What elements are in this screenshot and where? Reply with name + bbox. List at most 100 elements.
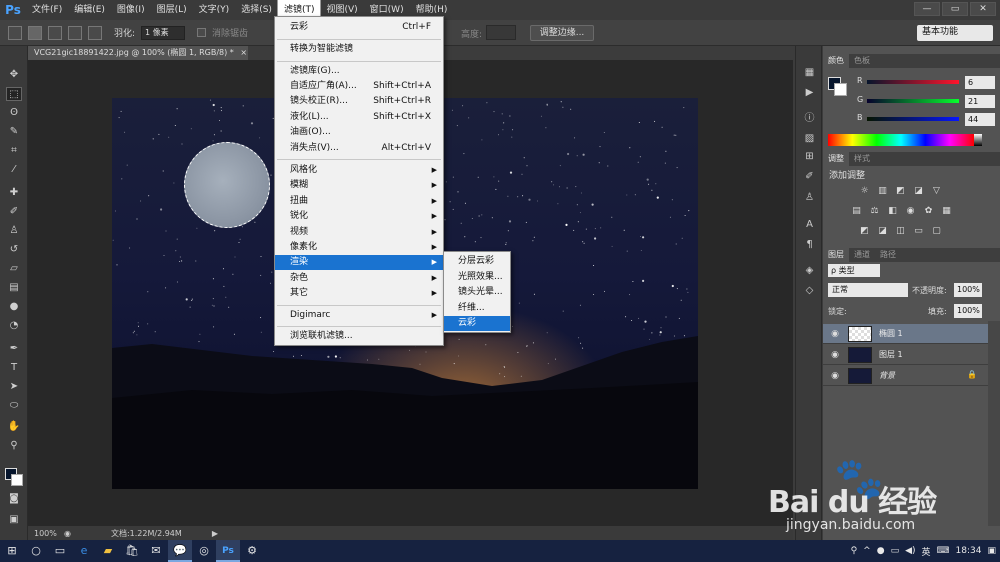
eraser-tool-icon[interactable]: ▱ <box>6 262 22 276</box>
submenu-clouds[interactable]: 云彩 <box>444 316 510 331</box>
screen-mode-icon[interactable]: ▣ <box>6 513 22 527</box>
menu-item-vanishing-point[interactable]: 消失点(V)... Alt+Ctrl+V <box>275 141 443 156</box>
curves-icon[interactable]: ◩ <box>895 186 906 197</box>
tab-styles[interactable]: 样式 <box>849 152 875 166</box>
menu-item-adaptive-wide-angle[interactable]: 自适应广角(A)... Shift+Ctrl+A <box>275 79 443 94</box>
menu-item-clouds-last[interactable]: 云彩 Ctrl+F <box>275 20 443 35</box>
menu-item-oil-paint[interactable]: 油画(O)... <box>275 125 443 140</box>
store-icon[interactable]: 🛍 <box>120 540 144 562</box>
menu-item-liquify[interactable]: 液化(L)... Shift+Ctrl+X <box>275 110 443 125</box>
menu-item-video[interactable]: 视频 ▶ <box>275 225 443 240</box>
layer-row-layer1[interactable]: ◉ 图层 1 <box>823 345 988 365</box>
submenu-difference-clouds[interactable]: 分层云彩 <box>444 254 510 269</box>
green-value-input[interactable]: 21 <box>965 95 995 108</box>
lasso-tool-icon[interactable]: ʘ <box>6 106 22 120</box>
app-icon[interactable]: ⚙ <box>240 540 264 562</box>
network-icon[interactable]: ▭ <box>891 546 900 556</box>
tab-layers[interactable]: 图层 <box>823 248 849 262</box>
invert-icon[interactable]: ◩ <box>859 226 870 237</box>
menu-layer[interactable]: 图层(L) <box>151 0 193 20</box>
actions-panel-icon[interactable]: ▶ <box>803 86 816 99</box>
pen-tool-icon[interactable]: ✒ <box>6 342 22 356</box>
zoom-field[interactable]: 100% <box>28 529 60 538</box>
fill-input[interactable]: 100% <box>954 304 982 318</box>
menu-item-browse-online-filters[interactable]: 浏览联机滤镜... <box>275 329 443 344</box>
status-arrow-icon[interactable]: ▶ <box>212 529 218 538</box>
elliptical-marquee-tool-icon[interactable]: ⬚ <box>6 87 22 101</box>
color-spectrum-bw[interactable] <box>974 134 982 146</box>
eyedropper-tool-icon[interactable]: ⁄ <box>6 163 22 177</box>
crop-tool-icon[interactable]: ⌗ <box>6 144 22 158</box>
character-panel-icon[interactable]: A <box>803 218 816 231</box>
refine-edge-button[interactable]: 调整边缘... <box>530 25 594 41</box>
quick-mask-icon[interactable]: ◙ <box>6 492 22 506</box>
brush-panel-icon[interactable]: ✐ <box>803 170 816 183</box>
menu-select[interactable]: 选择(S) <box>235 0 278 20</box>
notification-icon[interactable]: ▣ <box>987 546 996 556</box>
tab-paths[interactable]: 路径 <box>875 248 901 262</box>
height-input[interactable] <box>486 25 516 40</box>
ellipse-selection[interactable] <box>184 142 270 228</box>
brightness-icon[interactable]: ☼ <box>859 186 870 197</box>
selective-color-icon[interactable]: ▢ <box>931 226 942 237</box>
menu-item-other[interactable]: 其它 ▶ <box>275 286 443 301</box>
close-button[interactable]: ✕ <box>970 2 996 16</box>
channel-mixer-icon[interactable]: ✿ <box>923 206 934 217</box>
history-brush-tool-icon[interactable]: ↺ <box>6 243 22 257</box>
file-explorer-icon[interactable]: ▰ <box>96 540 120 562</box>
intersect-selection-icon[interactable] <box>88 25 102 40</box>
styles-panel-icon[interactable]: ◈ <box>803 264 816 277</box>
task-view-icon[interactable]: ▭ <box>48 540 72 562</box>
search-icon[interactable]: ○ <box>24 540 48 562</box>
visibility-eye-icon[interactable]: ◉ <box>829 370 841 382</box>
hand-tool-icon[interactable]: ✋ <box>6 420 22 434</box>
workspace-select[interactable]: 基本功能 <box>917 25 993 41</box>
visibility-eye-icon[interactable]: ◉ <box>829 328 841 340</box>
menu-item-stylize[interactable]: 风格化 ▶ <box>275 163 443 178</box>
menu-item-filter-gallery[interactable]: 滤镜库(G)... <box>275 64 443 79</box>
clock[interactable]: 18:34 <box>956 546 982 556</box>
gradient-tool-icon[interactable]: ▤ <box>6 281 22 295</box>
zoom-tool-icon[interactable]: ⚲ <box>6 439 22 453</box>
black-white-icon[interactable]: ◧ <box>887 206 898 217</box>
layer-row-background[interactable]: ◉ 背景 🔒 <box>823 366 988 386</box>
edge-browser-icon[interactable]: e <box>72 540 96 562</box>
menu-edit[interactable]: 编辑(E) <box>68 0 111 20</box>
menu-type[interactable]: 文字(Y) <box>193 0 236 20</box>
green-slider[interactable] <box>867 99 959 103</box>
posterize-icon[interactable]: ◪ <box>877 226 888 237</box>
volume-icon[interactable]: ◀) <box>905 546 915 556</box>
clone-stamp-tool-icon[interactable]: ♙ <box>6 224 22 238</box>
tab-channels[interactable]: 通道 <box>849 248 875 262</box>
menu-item-blur[interactable]: 模糊 ▶ <box>275 178 443 193</box>
menu-file[interactable]: 文件(F) <box>26 0 68 20</box>
hue-saturation-icon[interactable]: ▤ <box>851 206 862 217</box>
panel-background-swatch[interactable] <box>834 83 847 96</box>
submenu-lighting-effects[interactable]: 光照效果... <box>444 270 510 285</box>
dodge-tool-icon[interactable]: ◔ <box>6 319 22 333</box>
blue-value-input[interactable]: 44 <box>965 113 995 126</box>
paragraph-panel-icon[interactable]: ¶ <box>803 238 816 251</box>
swatches-panel-icon[interactable]: ◇ <box>803 284 816 297</box>
wechat-icon[interactable]: 💬 <box>168 540 192 562</box>
marquee-preset-icon[interactable] <box>8 25 22 40</box>
brush-tool-icon[interactable]: ✐ <box>6 205 22 219</box>
path-selection-tool-icon[interactable]: ➤ <box>6 380 22 394</box>
menu-item-render[interactable]: 渲染 ▶ <box>275 255 443 270</box>
photo-filter-icon[interactable]: ◉ <box>905 206 916 217</box>
levels-icon[interactable]: ▥ <box>877 186 888 197</box>
maximize-button[interactable]: ▭ <box>942 2 968 16</box>
tab-swatches[interactable]: 色板 <box>849 54 875 68</box>
menu-item-pixelate[interactable]: 像素化 ▶ <box>275 240 443 255</box>
visibility-eye-icon[interactable]: ◉ <box>829 349 841 361</box>
feather-input[interactable]: 1 像素 <box>141 25 186 40</box>
blur-tool-icon[interactable]: ● <box>6 300 22 314</box>
gradient-map-icon[interactable]: ▭ <box>913 226 924 237</box>
background-color-swatch[interactable] <box>11 474 23 486</box>
person-icon[interactable]: ⚲ <box>851 546 858 556</box>
quick-selection-tool-icon[interactable]: ✎ <box>6 125 22 139</box>
status-info-icon[interactable]: ◉ <box>64 529 71 538</box>
menu-item-distort[interactable]: 扭曲 ▶ <box>275 194 443 209</box>
red-value-input[interactable]: 6 <box>965 76 995 89</box>
opacity-input[interactable]: 100% <box>954 283 982 297</box>
